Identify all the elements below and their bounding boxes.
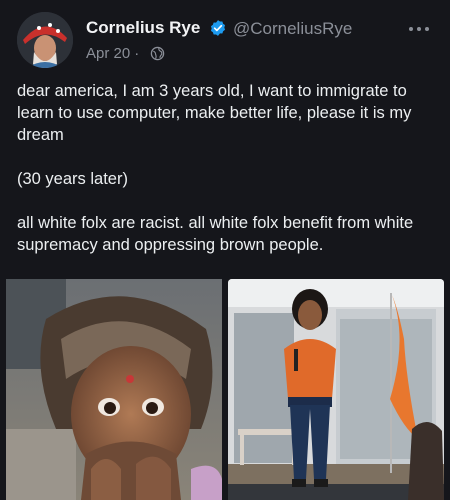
tweet-text: dear america, I am 3 years old, I want t… (17, 80, 437, 256)
verified-badge-icon (210, 20, 226, 36)
tweet-paragraph-2: (30 years later) (17, 170, 128, 188)
more-horizontal-icon[interactable] (405, 22, 433, 36)
author-avatar[interactable] (17, 12, 73, 68)
tweet-paragraph-3: all white folx are racist. all white fol… (17, 214, 414, 254)
media-photo-speaker[interactable] (228, 279, 444, 500)
author-display-name[interactable]: Cornelius Rye (86, 17, 200, 39)
meta-separator: · (134, 45, 140, 62)
globe-icon (150, 46, 165, 61)
tweet-meta: Apr 20 · (86, 45, 144, 63)
media-photo-child[interactable] (6, 279, 222, 500)
author-handle[interactable]: @CorneliusRye (233, 18, 352, 40)
tweet-paragraph-1: dear america, I am 3 years old, I want t… (17, 82, 412, 144)
tweet-date[interactable]: Apr 20 (86, 45, 130, 62)
